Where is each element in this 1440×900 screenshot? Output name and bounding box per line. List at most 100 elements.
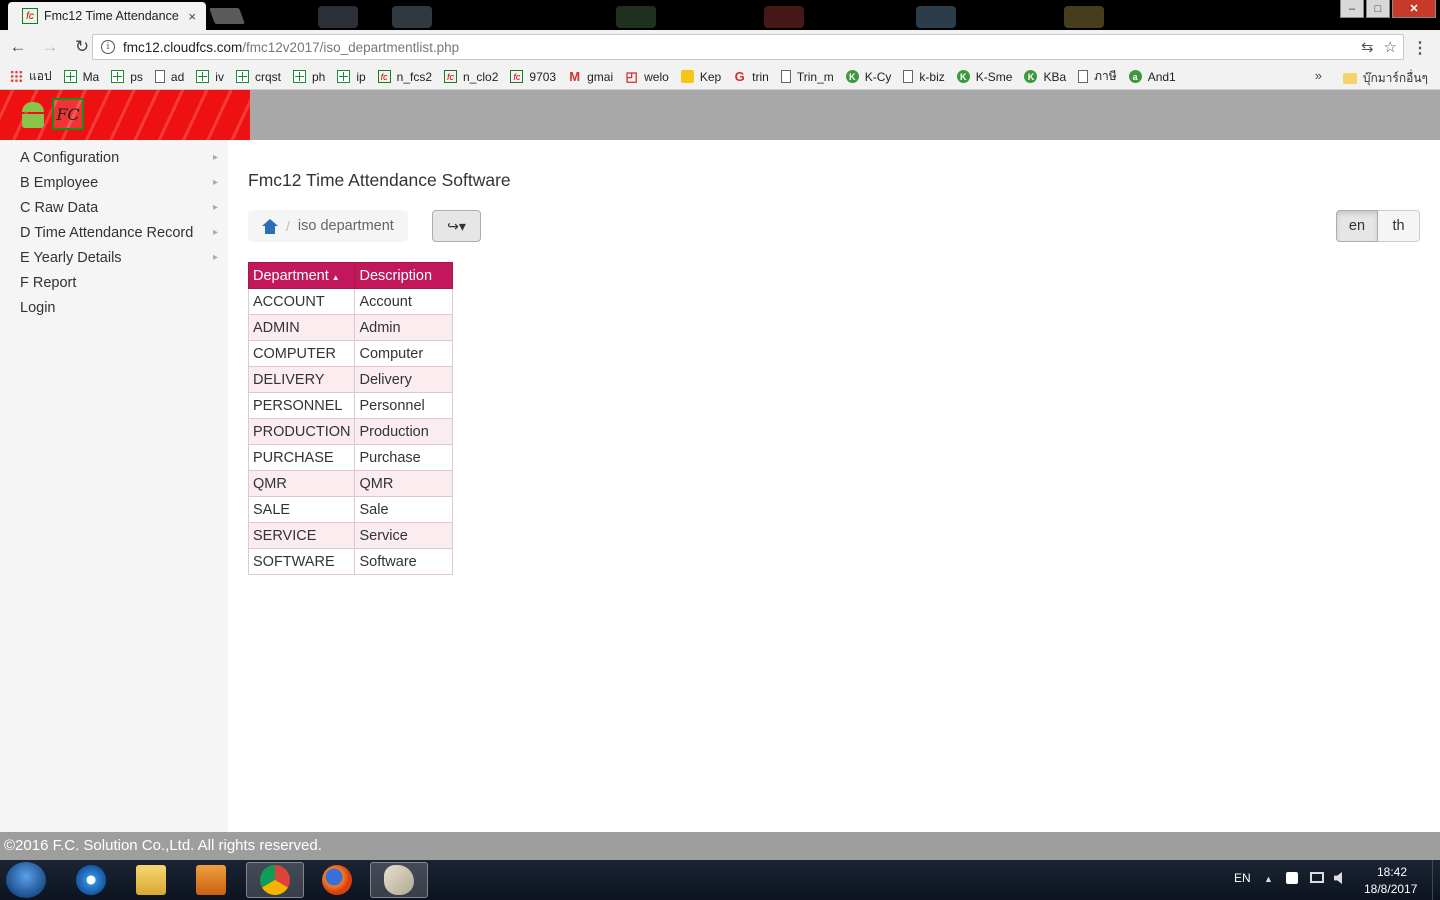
translate-icon[interactable]: ⇆ [1361, 38, 1374, 56]
bookmarks-bar: แอป Ma ps ad iv crqst ph ip fc n_fcs2 fc n_clo2 fc 97… [0, 64, 1440, 90]
bookmark-star-icon[interactable]: ☆ [1384, 38, 1397, 56]
department-cell: QMR [247, 470, 356, 497]
browser-tab[interactable]: fc Fmc12 Time Attendance × [8, 2, 206, 30]
bookmark-label: ps [130, 69, 143, 84]
browser-menu-icon[interactable]: ⋮ [1412, 38, 1428, 58]
tab-close-icon[interactable]: × [188, 9, 196, 24]
start-button-icon[interactable] [6, 862, 46, 898]
background-window-icon [318, 6, 358, 28]
table-row[interactable]: SALE Sale [247, 496, 454, 523]
fc-logo[interactable]: FC [52, 98, 84, 130]
bookmark-item[interactable]: ◰ welo [625, 69, 668, 84]
bookmarks-overflow-icon[interactable]: » [1315, 68, 1322, 83]
bookmark-item[interactable]: ph [292, 70, 325, 84]
bookmark-item[interactable]: Kep [680, 70, 721, 84]
bookmark-item[interactable]: k-biz [903, 70, 945, 84]
action-center-icon[interactable] [1286, 872, 1298, 884]
forward-arrow-icon[interactable]: → [36, 33, 64, 61]
department-cell: ACCOUNT [247, 288, 356, 315]
fc-favicon-icon: fc [22, 8, 38, 24]
close-window-icon[interactable]: ✕ [1392, 0, 1436, 18]
media-player-icon[interactable] [182, 862, 240, 898]
firefox-icon[interactable] [308, 862, 366, 898]
browser-tab-strip: fc Fmc12 Time Attendance × – □ ✕ [0, 0, 1440, 30]
bookmark-item[interactable]: ip [337, 69, 366, 84]
bookmark-item[interactable]: Ma [63, 69, 100, 84]
maximize-icon[interactable]: □ [1366, 0, 1390, 18]
language-th-button[interactable]: th [1378, 210, 1420, 242]
folder-icon [1342, 73, 1357, 84]
export-button[interactable]: ↪▾ [432, 210, 481, 242]
sidebar-item[interactable]: E Yearly Details ▸ [0, 246, 228, 271]
sidebar-item-label: Login [20, 300, 56, 316]
sheet-icon [292, 70, 306, 83]
bookmark-item[interactable]: Trin_m [780, 70, 834, 84]
internet-explorer-icon[interactable] [62, 862, 120, 898]
input-language[interactable]: EN [1234, 871, 1251, 885]
bookmark-item[interactable]: แอป [10, 67, 52, 86]
table-row[interactable]: QMR QMR [247, 470, 454, 497]
sidebar-item[interactable]: C Raw Data ▸ [0, 196, 228, 221]
bookmark-folder-label: บุ๊กมาร์กอื่นๆ [1362, 71, 1428, 85]
bookmark-item[interactable]: Mgmai [568, 69, 613, 84]
bookmark-item[interactable]: a And1 [1128, 70, 1176, 84]
android-logo-icon[interactable] [20, 102, 46, 130]
page-icon [154, 70, 165, 83]
table-row[interactable]: PRODUCTION Production [247, 418, 454, 445]
submenu-caret-icon: ▸ [212, 227, 218, 238]
sidebar-item[interactable]: A Configuration ▸ [0, 146, 228, 171]
language-en-button[interactable]: en [1336, 210, 1378, 242]
bookmark-item[interactable]: fc n_clo2 [444, 70, 498, 84]
table-row[interactable]: SERVICE Service [247, 522, 454, 549]
bookmark-item[interactable]: fc n_fcs2 [377, 70, 432, 84]
bookmark-item[interactable]: Gtrin [733, 69, 769, 84]
column-header-description[interactable]: Description [354, 262, 454, 289]
bookmark-item[interactable]: ps [111, 70, 143, 84]
sidebar-item[interactable]: F Report [0, 271, 228, 296]
clock-time[interactable]: 18:42 [1377, 865, 1407, 879]
bookmark-label: ip [356, 69, 366, 84]
sidebar-item-label: E Yearly Details [20, 250, 122, 266]
sidebar-item[interactable]: B Employee ▸ [0, 171, 228, 196]
table-row[interactable]: DELIVERY Delivery [247, 366, 454, 393]
column-header-department[interactable]: Department ▲ [247, 262, 356, 289]
sheet-icon [235, 70, 249, 83]
table-row[interactable]: PERSONNEL Personnel [247, 392, 454, 419]
bookmark-item[interactable]: iv [196, 70, 224, 84]
tray-expand-icon[interactable]: ▲ [1264, 874, 1273, 884]
sidebar-item[interactable]: Login [0, 296, 228, 321]
table-row[interactable]: PURCHASE Purchase [247, 444, 454, 471]
bookmark-item[interactable]: K K-Cy [845, 70, 891, 84]
file-explorer-icon[interactable] [122, 862, 180, 898]
address-bar[interactable]: i fmc12.cloudfcs.com /fmc12v2017/iso_dep… [92, 34, 1404, 60]
site-info-icon[interactable]: i [101, 40, 115, 54]
table-row[interactable]: ADMIN Admin [247, 314, 454, 341]
sidebar-item-label: A Configuration [20, 150, 120, 166]
new-tab-button[interactable] [209, 8, 245, 24]
back-arrow-icon[interactable]: ← [4, 33, 32, 61]
minimize-icon[interactable]: – [1340, 0, 1364, 18]
show-desktop-button[interactable] [1432, 860, 1440, 900]
other-bookmarks-folder[interactable]: บุ๊กมาร์กอื่นๆ [1342, 69, 1428, 88]
table-row[interactable]: SOFTWARE Software [247, 548, 454, 575]
chrome-icon[interactable] [246, 862, 304, 898]
network-icon[interactable] [1310, 872, 1324, 883]
bookmark-item[interactable]: fc 9703 [510, 70, 556, 84]
sidebar-item[interactable]: D Time Attendance Record ▸ [0, 221, 228, 246]
clock-date[interactable]: 18/8/2017 [1364, 882, 1417, 896]
home-icon[interactable] [262, 218, 278, 234]
description-cell: Production [354, 418, 454, 445]
background-window-icon [392, 6, 432, 28]
bookmark-item[interactable]: K K-Sme [956, 70, 1012, 84]
page-title: Fmc12 Time Attendance Software [248, 170, 511, 190]
paint-icon[interactable] [370, 862, 428, 898]
description-cell: Admin [354, 314, 454, 341]
bookmark-item[interactable]: ภาษี [1078, 67, 1117, 86]
bookmark-item[interactable]: crqst [235, 70, 281, 84]
bookmark-label: Ma [82, 69, 100, 84]
bookmark-item[interactable]: ad [154, 70, 184, 84]
volume-icon[interactable] [1334, 872, 1342, 884]
table-row[interactable]: ACCOUNT Account [247, 288, 454, 315]
bookmark-item[interactable]: K KBa [1024, 70, 1066, 84]
table-row[interactable]: COMPUTER Computer [247, 340, 454, 367]
